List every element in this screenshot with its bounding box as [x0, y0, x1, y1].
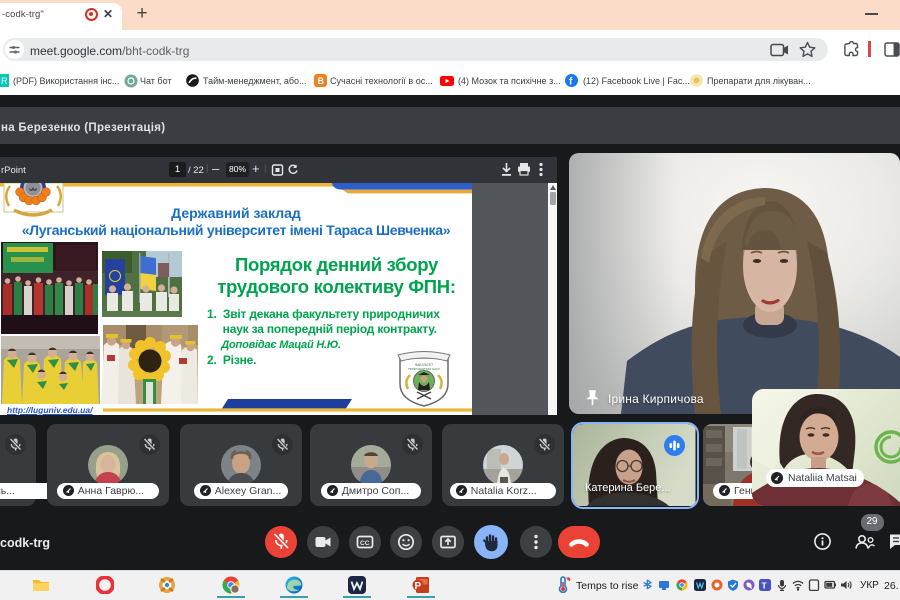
svg-text:P: P: [415, 581, 422, 592]
svg-text:T: T: [762, 581, 768, 591]
svg-text:B: B: [318, 76, 325, 86]
svg-text:R: R: [1, 76, 8, 86]
svg-text:CC: CC: [360, 540, 370, 547]
